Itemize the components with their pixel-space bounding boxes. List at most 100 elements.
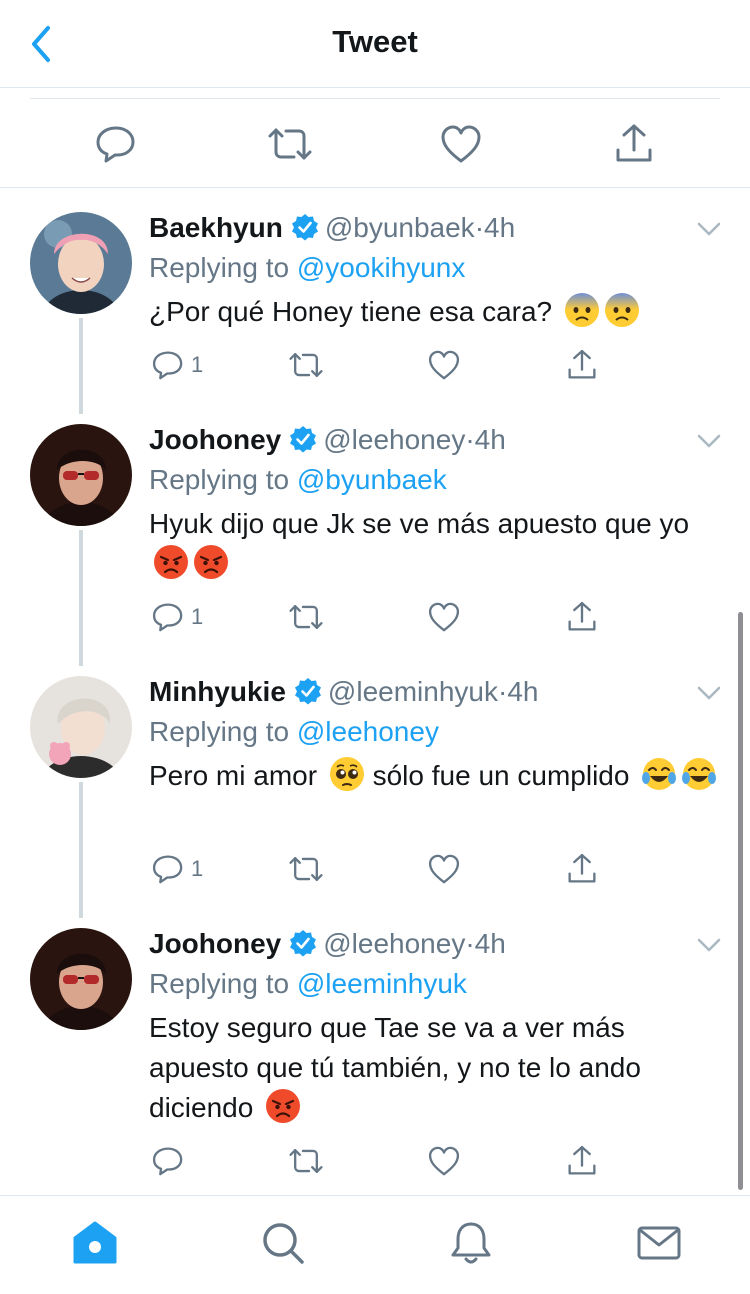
separator-dot: ·	[465, 928, 475, 959]
like-icon	[428, 1146, 460, 1176]
share-icon	[616, 124, 652, 162]
reply-icon	[152, 603, 183, 632]
tweet-text: Hyuk dijo que Jk se ve más apuesto que y…	[149, 504, 719, 584]
reply-icon	[152, 351, 183, 380]
like-icon	[428, 602, 460, 632]
avatar[interactable]	[30, 928, 132, 1030]
bottom-tab-bar	[0, 1195, 750, 1294]
mention-link[interactable]: @yookihyunx	[297, 252, 466, 283]
reply-icon	[152, 1147, 183, 1176]
retweet-button[interactable]	[287, 599, 325, 635]
display-name[interactable]: Baekhyun	[149, 212, 283, 243]
reply-button[interactable]: 1	[151, 599, 203, 635]
display-name[interactable]: Joohoney	[149, 928, 281, 959]
like-button[interactable]	[427, 1143, 461, 1179]
mention-link[interactable]: @leehoney	[297, 716, 439, 747]
reply-button[interactable]: 1	[151, 851, 203, 887]
tweet-text-content: Pero mi amor	[149, 760, 318, 791]
like-button[interactable]	[427, 851, 461, 887]
replying-to: Replying to @byunbaek	[149, 464, 447, 496]
reply-tweet[interactable]: Joohoney @leehoney·4h Replying to @byunba…	[0, 414, 750, 666]
tweet-header: Minhyukie @leeminhyuk·4h	[149, 676, 538, 708]
reply-button[interactable]: 1	[151, 347, 203, 383]
tweet-text: Estoy seguro que Tae se va a ver más apu…	[149, 1008, 719, 1128]
chevron-down-icon[interactable]	[696, 220, 722, 238]
display-name[interactable]: Minhyukie	[149, 676, 286, 707]
mention-link[interactable]: @byunbaek	[297, 464, 447, 495]
retweet-button[interactable]	[287, 1143, 325, 1179]
chevron-down-icon[interactable]	[696, 936, 722, 954]
retweet-button[interactable]	[287, 347, 325, 383]
thread-line	[79, 782, 83, 918]
share-button[interactable]	[565, 851, 599, 887]
tab-home[interactable]	[70, 1218, 120, 1268]
tweet-action-bar	[149, 1143, 619, 1183]
handle[interactable]: @byunbaek	[325, 212, 475, 243]
chevron-down-icon[interactable]	[696, 432, 722, 450]
reply-count: 1	[191, 604, 204, 629]
reply-count: 1	[191, 352, 204, 377]
reply-button[interactable]	[151, 1143, 185, 1179]
angry-face-emoji-icon	[154, 545, 188, 579]
tab-search[interactable]	[258, 1218, 308, 1268]
like-button[interactable]	[427, 599, 461, 635]
reply-tweet[interactable]: Joohoney @leehoney·4h Replying to @leemin…	[0, 918, 750, 1194]
like-button[interactable]	[427, 347, 461, 383]
display-name[interactable]: Joohoney	[149, 424, 281, 455]
timestamp[interactable]: 4h	[484, 212, 515, 243]
chevron-down-icon[interactable]	[696, 684, 722, 702]
retweet-icon	[268, 128, 312, 160]
tweet-text-content: sólo fue un cumplido	[372, 760, 630, 791]
reply-icon	[96, 126, 135, 163]
reply-tweet[interactable]: Minhyukie @leeminhyuk·4h Replying to @lee…	[0, 666, 750, 918]
pleading-face-emoji-icon	[329, 757, 364, 791]
avatar[interactable]	[30, 212, 132, 314]
angry-face-emoji-icon	[194, 545, 228, 579]
scrollbar[interactable]	[738, 612, 743, 1190]
retweet-button[interactable]	[287, 851, 325, 887]
search-icon	[263, 1223, 304, 1264]
tears-of-joy-emoji-icon	[642, 758, 677, 790]
share-button[interactable]	[565, 347, 599, 383]
like-icon	[428, 854, 460, 884]
avatar[interactable]	[30, 424, 132, 526]
share-icon	[568, 601, 596, 631]
verified-badge-icon	[290, 426, 317, 453]
tab-notifications[interactable]	[446, 1218, 496, 1268]
share-icon	[568, 349, 596, 379]
replying-label: Replying to	[149, 716, 290, 747]
share-button[interactable]	[612, 122, 656, 166]
retweet-icon	[289, 1149, 323, 1173]
tweet-header: Joohoney @leehoney·4h	[149, 928, 506, 960]
handle[interactable]: @leeminhyuk	[328, 676, 498, 707]
retweet-icon	[289, 353, 323, 377]
mention-link[interactable]: @leeminhyuk	[297, 968, 467, 999]
reply-button[interactable]	[94, 122, 138, 166]
messages-icon	[637, 1226, 681, 1260]
like-button[interactable]	[439, 122, 483, 166]
page-title: Tweet	[332, 24, 418, 59]
timestamp[interactable]: 4h	[475, 928, 506, 959]
timestamp[interactable]: 4h	[475, 424, 506, 455]
retweet-icon	[289, 857, 323, 881]
separator-dot: ·	[465, 424, 475, 455]
share-button[interactable]	[565, 599, 599, 635]
share-button[interactable]	[565, 1143, 599, 1179]
separator-dot: ·	[497, 676, 508, 707]
share-icon	[568, 853, 596, 883]
handle[interactable]: @leehoney	[323, 424, 465, 455]
anxious-face-emoji-icon	[564, 293, 599, 327]
timestamp[interactable]: 4h	[507, 676, 538, 707]
reply-icon	[152, 855, 183, 884]
main-tweet-action-bar	[0, 88, 750, 188]
avatar[interactable]	[30, 676, 132, 778]
tweet-action-bar: 1	[149, 599, 619, 639]
tweet-text: ¿Por qué Honey tiene esa cara?	[149, 292, 719, 332]
handle[interactable]: @leehoney	[323, 928, 465, 959]
separator-dot: ·	[474, 212, 485, 243]
reply-tweet[interactable]: Baekhyun @byunbaek·4h Replying to @yookih…	[0, 202, 750, 414]
tab-messages[interactable]	[634, 1218, 684, 1268]
tweet-action-bar: 1	[149, 347, 619, 387]
notifications-icon	[451, 1222, 491, 1264]
retweet-button[interactable]	[266, 122, 312, 166]
